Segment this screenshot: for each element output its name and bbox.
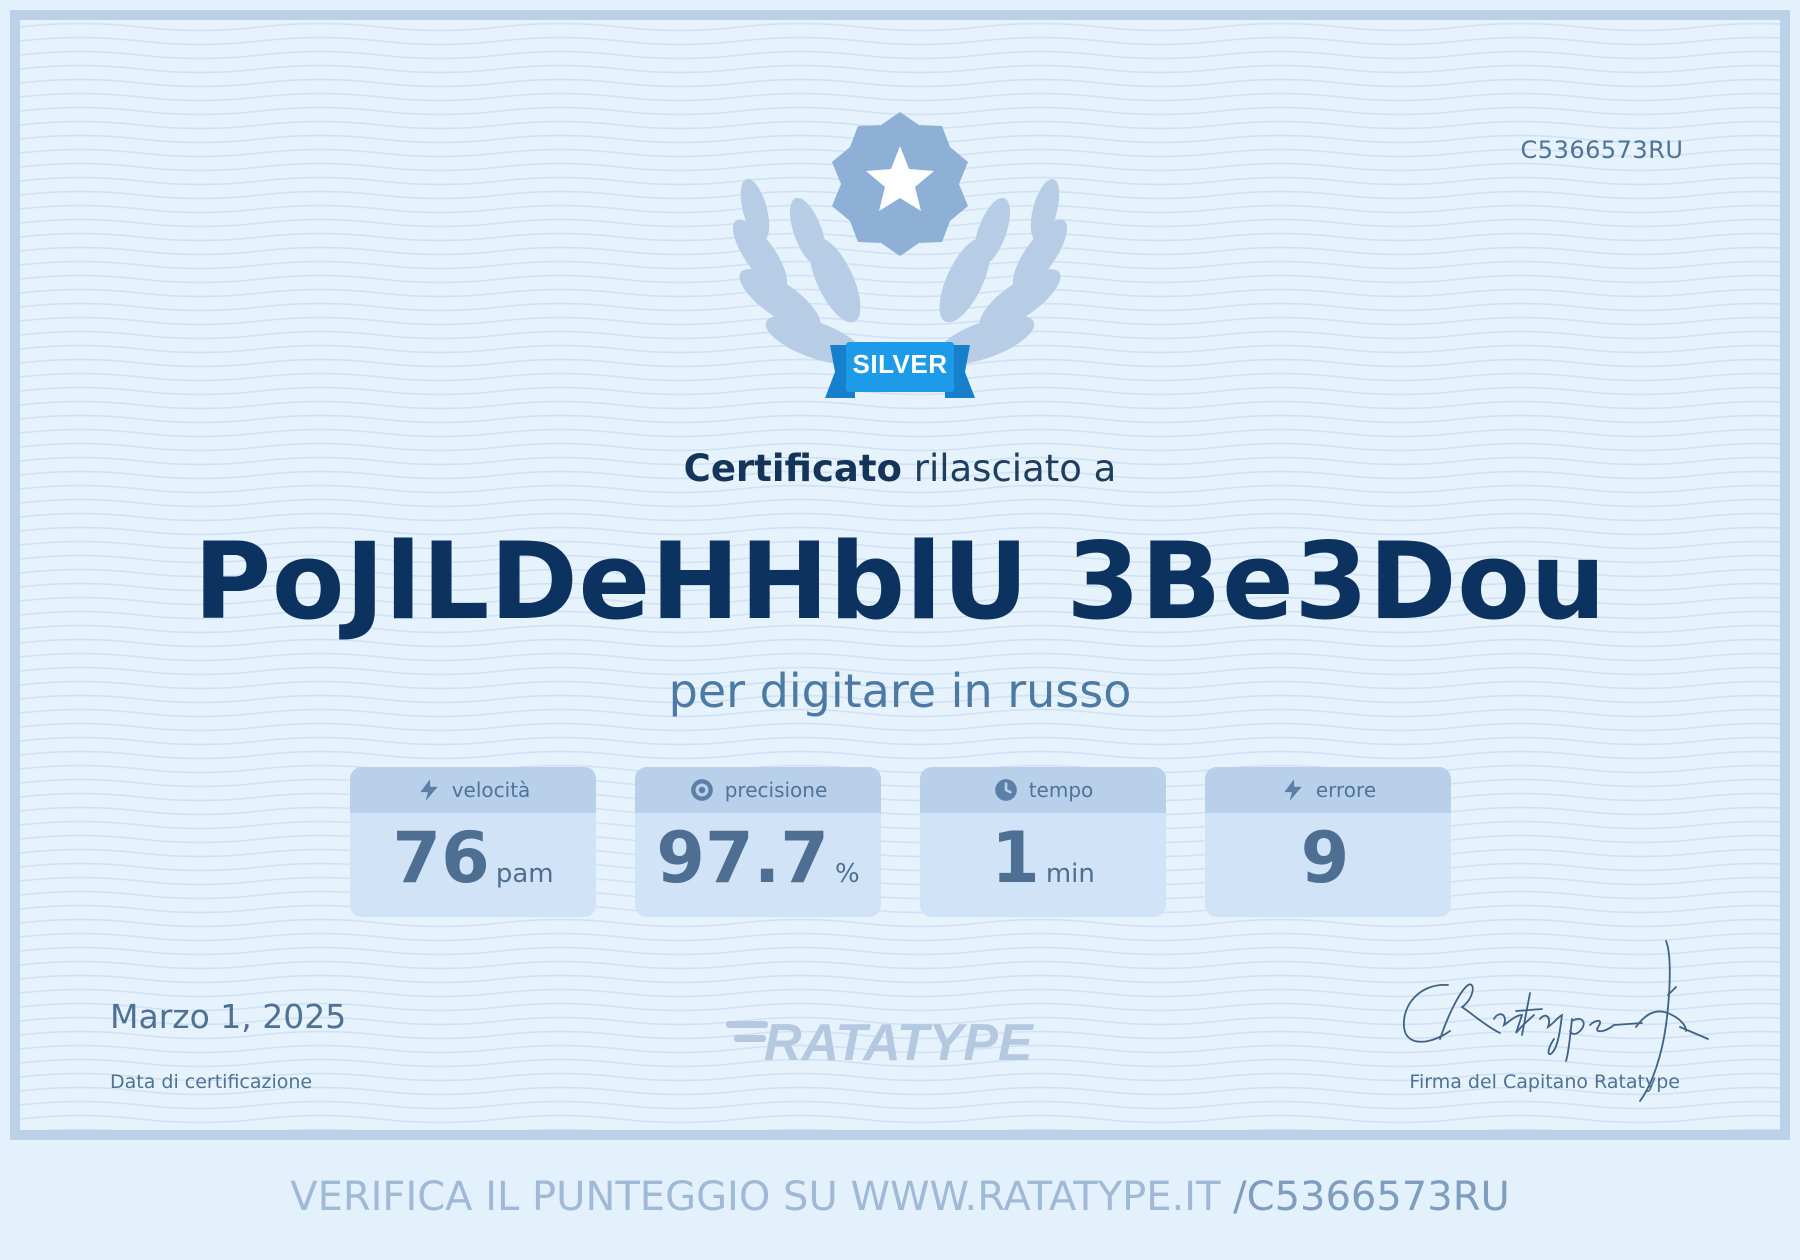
stat-card-time: tempo 1 min [920,767,1166,917]
lightning-icon [420,779,438,801]
stat-label: velocità [451,778,531,802]
verify-text: VERIFICA IL PUNTEGGIO SU WWW.RATATYPE.IT [290,1174,1234,1220]
stat-label: tempo [1028,778,1094,802]
ratatype-logo: RATATYPE [726,1014,1034,1066]
stat-unit: % [835,859,860,889]
certificate-id: C5366573RU [1520,136,1684,164]
certification-date: Marzo 1, 2025 [110,997,347,1036]
issued-rest: rilasciato a [901,447,1117,490]
stat-label: errore [1315,778,1377,802]
issued-line: Certificato rilasciato a [0,447,1800,490]
verification-link[interactable]: VERIFICA IL PUNTEGGIO SU WWW.RATATYPE.IT… [0,1174,1800,1220]
stat-value: 97.7 [656,817,829,899]
stat-value: 76 [392,817,490,899]
verify-code: /C5366573RU [1233,1174,1510,1220]
target-icon [690,779,713,801]
recipient-name: PoJlLDeHHblU 3Be3Dou [193,520,1607,643]
stat-value: 9 [1300,817,1350,899]
stat-card-accuracy: precisione 97.7 % [635,767,881,917]
issued-bold: Certificato [683,447,902,490]
certification-date-label: Data di certificazione [110,1071,313,1093]
badge-level: SILVER [852,349,948,379]
stat-unit: min [1045,859,1095,889]
stat-card-speed: velocità 76 pam [350,767,596,917]
stat-label: precisione [724,778,828,802]
logo-text: RATATYPE [764,1014,1034,1066]
signature-label: Firma del Capitano Ratatype [1409,1071,1680,1093]
clock-icon [994,779,1017,801]
certificate-subject: per digitare in russo [668,664,1132,718]
stat-card-errors: errore 9 [1205,767,1451,917]
stat-value: 1 [991,817,1040,899]
lightning-icon [1284,779,1302,801]
stat-unit: pam [495,859,554,889]
